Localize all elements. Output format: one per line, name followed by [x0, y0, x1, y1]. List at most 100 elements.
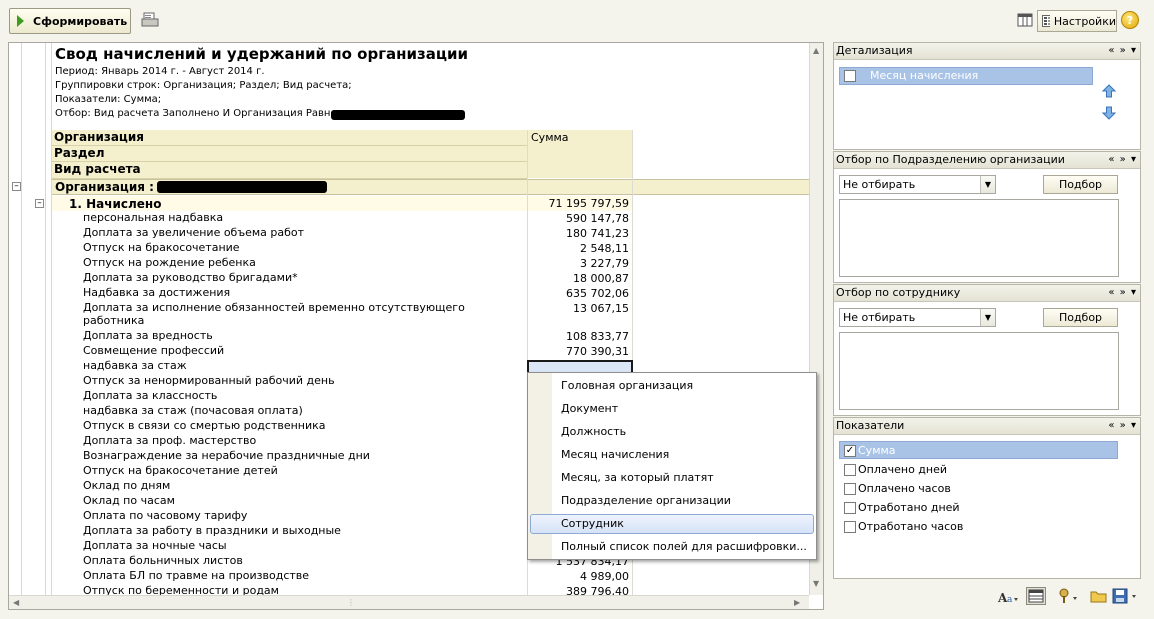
row-label: Доплата за исполнение обязанностей време… [83, 301, 465, 314]
row-value[interactable]: 4 989,00 [527, 570, 632, 583]
indicator-label: Сумма [858, 444, 896, 457]
detail-item-label: Месяц начисления [870, 69, 979, 82]
panel-detail-title: Детализация [836, 44, 913, 57]
report-indicators: Показатели: Сумма; [55, 94, 162, 105]
checkbox-checked-icon[interactable]: ✓ [844, 445, 856, 457]
indicator-label: Оплачено часов [858, 482, 951, 495]
table-row[interactable]: Доплата за увеличение объема работ 180 74… [9, 227, 809, 242]
generate-button[interactable]: Сформировать [9, 8, 131, 34]
row-label: Отпуск за ненормированный рабочий день [83, 374, 335, 387]
row-label: Доплата за проф. мастерство [83, 434, 257, 447]
collapse-icon[interactable]: – [35, 199, 44, 208]
context-menu-item[interactable]: Полный список полей для расшифровки... [561, 537, 807, 557]
settings-button[interactable]: Настройки [1037, 10, 1117, 32]
scroll-up-icon[interactable]: ▲ [813, 46, 819, 55]
row-value[interactable]: 770 390,31 [527, 345, 632, 358]
table-row[interactable]: Доплата за вредность 108 833,77 [9, 330, 809, 345]
row-value[interactable]: 590 147,78 [527, 212, 632, 225]
emp-filter-combo[interactable]: Не отбирать ▼ [839, 308, 996, 327]
dept-select-button[interactable]: Подбор [1043, 175, 1118, 194]
horizontal-scrollbar[interactable]: ◀ ⋮ ▶ [9, 595, 809, 609]
move-down-icon[interactable] [1102, 106, 1116, 120]
table-row[interactable]: Отпуск на бракосочетание 2 548,11 [9, 242, 809, 257]
table-row[interactable]: персональная надбавка 590 147,78 [9, 212, 809, 227]
row-label: Доплата за классность [83, 389, 218, 402]
chevron-down-icon[interactable]: ▼ [980, 309, 995, 326]
scroll-right-icon[interactable]: ▶ [794, 598, 800, 607]
checkbox[interactable] [844, 464, 856, 476]
row-value[interactable]: 3 227,79 [527, 257, 632, 270]
row-label: Доплата за руководство бригадами* [83, 271, 298, 284]
detail-item-checkbox[interactable] [844, 70, 856, 82]
font-size-icon[interactable]: A a [997, 589, 1019, 605]
table-row[interactable]: Отпуск по беременности и родам 389 796,40 [9, 585, 809, 596]
generate-button-label: Сформировать [33, 14, 128, 28]
row-value[interactable]: 635 702,06 [527, 287, 632, 300]
context-menu-item[interactable]: Головная организация [561, 376, 693, 396]
table-row[interactable]: Надбавка за достижения 635 702,06 [9, 287, 809, 302]
move-up-icon[interactable] [1102, 84, 1116, 98]
chevron-down-icon[interactable]: ▼ [980, 176, 995, 193]
help-icon[interactable]: ? [1121, 11, 1139, 29]
emp-filter-combo-value: Не отбирать [843, 311, 916, 324]
scroll-down-icon[interactable]: ▼ [813, 579, 819, 588]
row-label: Надбавка за достижения [83, 286, 231, 299]
table-row[interactable]: Отпуск на рождение ребенка 3 227,79 [9, 257, 809, 272]
indicator-label: Отработано часов [858, 520, 964, 533]
panel-controls-icon[interactable]: « » ▾ [1108, 285, 1137, 301]
print-preview-icon[interactable] [141, 12, 159, 28]
row-label: Отпуск на рождение ребенка [83, 256, 256, 269]
row-value[interactable]: 180 741,23 [527, 227, 632, 240]
panel-controls-icon[interactable]: « » ▾ [1108, 152, 1137, 168]
row-value[interactable]: 389 796,40 [527, 585, 632, 595]
context-menu-item[interactable]: Месяц начисления [561, 445, 669, 465]
header-organization: Организация [52, 130, 527, 146]
redacted-org-value [157, 181, 327, 193]
toolbar: Сформировать Настройки ? [0, 0, 1154, 40]
context-menu-item[interactable]: Месяц, за который платят [561, 468, 714, 488]
scroll-thumb-grip-icon[interactable]: ⋮ [347, 598, 355, 607]
checkbox[interactable] [844, 502, 856, 514]
row-label: Оплата по часовому тарифу [83, 509, 248, 522]
table-row[interactable]: Совмещение профессий 770 390,31 [9, 345, 809, 360]
table-row[interactable]: Оплата БЛ по травме на производстве 4 989… [9, 570, 809, 585]
dept-filter-list[interactable] [839, 199, 1119, 277]
header-sum: Сумма [527, 130, 632, 178]
context-menu-item[interactable]: Сотрудник [561, 514, 624, 534]
row-label: Оплата больничных листов [83, 554, 243, 567]
redacted-org-name [331, 110, 465, 120]
scroll-left-icon[interactable]: ◀ [13, 598, 19, 607]
row-label: надбавка за стаж (почасовая оплата) [83, 404, 303, 417]
play-icon [17, 15, 24, 27]
row-label: Доплата за увеличение объема работ [83, 226, 305, 239]
panel-controls-icon[interactable]: « » ▾ [1108, 43, 1137, 59]
context-menu-item[interactable]: Подразделение организации [561, 491, 731, 511]
detail-item[interactable]: Месяц начисления [839, 67, 1093, 85]
table-layout-icon[interactable] [1017, 13, 1033, 27]
indicator-label: Оплачено дней [858, 463, 948, 476]
context-menu-item[interactable]: Документ [561, 399, 618, 419]
collapse-icon[interactable]: – [12, 182, 21, 191]
save-icon[interactable] [1112, 588, 1140, 604]
settings-button-label: Настройки [1053, 14, 1116, 28]
emp-select-button[interactable]: Подбор [1043, 308, 1118, 327]
table-row[interactable]: Доплата за исполнение обязанностей време… [9, 302, 809, 330]
row-value[interactable]: 18 000,87 [527, 272, 632, 285]
row-label: Доплата за ночные часы [83, 539, 227, 552]
checkbox[interactable] [844, 483, 856, 495]
open-folder-icon[interactable] [1090, 588, 1108, 604]
tools-icon[interactable] [1058, 588, 1082, 604]
panel-controls-icon[interactable]: « » ▾ [1108, 418, 1137, 434]
row-value[interactable]: 108 833,77 [527, 330, 632, 343]
dept-filter-combo[interactable]: Не отбирать ▼ [839, 175, 996, 194]
checkbox[interactable] [844, 521, 856, 533]
grid-view-icon[interactable] [1026, 587, 1046, 605]
row-value[interactable]: 13 067,15 [527, 302, 632, 315]
row-label: надбавка за стаж [83, 359, 187, 372]
panel-indicators: Показатели « » ▾ ✓ Сумма Оплачено дней Опла… [833, 417, 1141, 579]
row-value[interactable]: 2 548,11 [527, 242, 632, 255]
row-label: Отпуск на бракосочетание детей [83, 464, 278, 477]
emp-filter-list[interactable] [839, 332, 1119, 410]
table-row[interactable]: Доплата за руководство бригадами* 18 000,… [9, 272, 809, 287]
context-menu-item[interactable]: Должность [561, 422, 626, 442]
